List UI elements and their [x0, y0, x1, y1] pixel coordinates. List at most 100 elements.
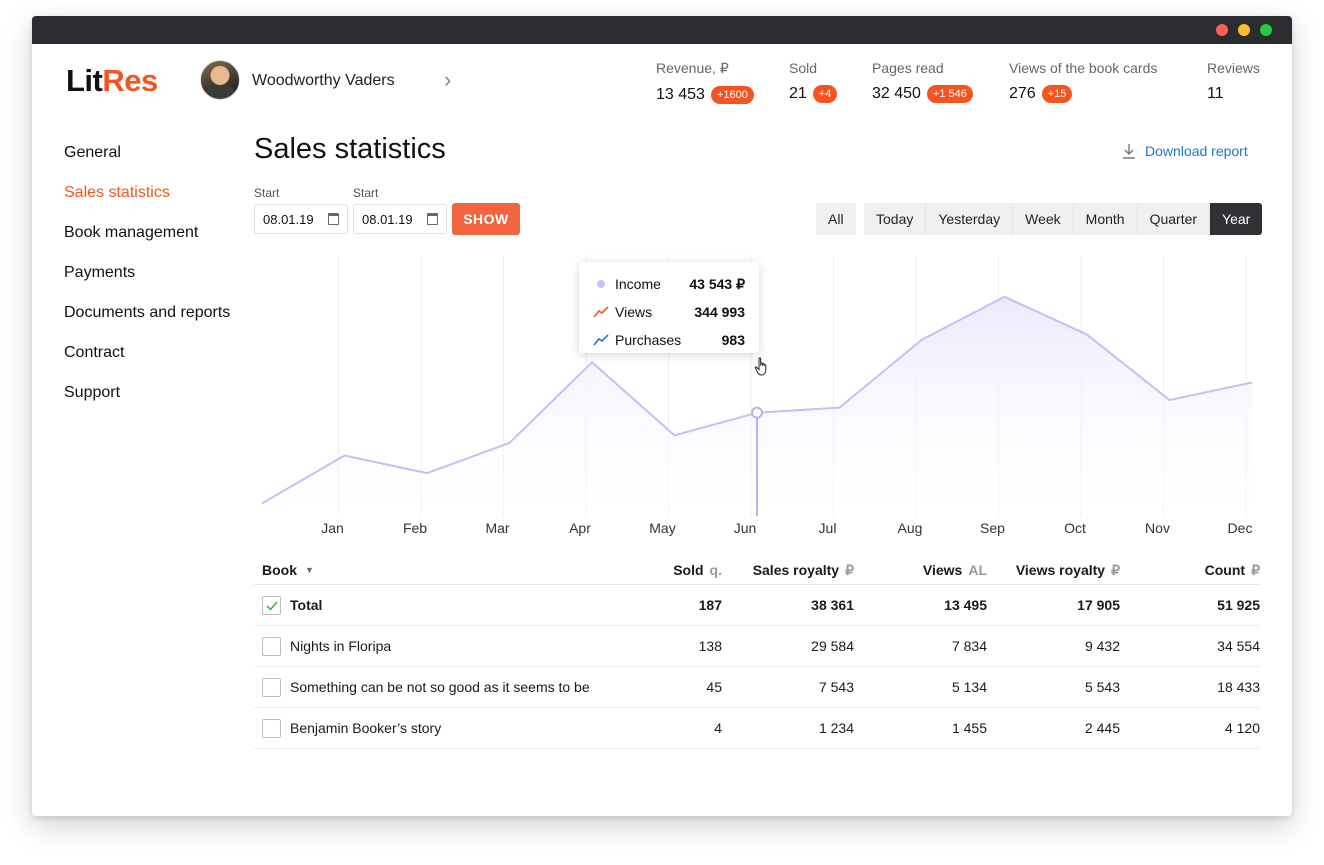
stat-label: Sold [789, 60, 818, 76]
x-tick-label: Oct [1064, 520, 1086, 536]
period-all-group: All [816, 203, 856, 235]
chevron-right-icon[interactable]: › [444, 68, 451, 92]
col-views-header[interactable]: Views AL [854, 562, 987, 578]
cell-views-royalty: 9 432 [1084, 638, 1120, 654]
end-date-value: 08.01.19 [362, 211, 413, 227]
start-date-group-1: Start 08.01.19 [254, 186, 348, 234]
sidebar-item-general[interactable]: General [64, 143, 230, 183]
tooltip-row-views: Views 344 993 [593, 298, 745, 326]
x-tick-label: Aug [898, 520, 923, 536]
x-tick-label: Jun [734, 520, 757, 536]
x-tick-label: Nov [1145, 520, 1170, 536]
tooltip-row-purchases: Purchases 983 [593, 326, 745, 354]
calendar-icon[interactable] [427, 213, 438, 225]
avatar[interactable] [200, 60, 240, 100]
title-bar [32, 16, 1292, 44]
table-row[interactable]: Benjamin Booker’s story 4 1 234 1 455 2 … [254, 708, 1260, 749]
hand-cursor-icon [754, 357, 767, 376]
tooltip-value: 983 [721, 332, 745, 348]
start-date-label: Start [254, 186, 280, 200]
stat-value: 32 450 [872, 85, 921, 102]
x-tick-label: Feb [403, 520, 427, 536]
cell-views-royalty: 2 445 [1084, 720, 1120, 736]
period-month-button[interactable]: Month [1073, 203, 1138, 235]
book-title: Benjamin Booker’s story [290, 720, 442, 736]
stat-label: Revenue, ₽ [656, 60, 729, 76]
x-tick-label: Jul [819, 520, 837, 536]
period-yesterday-button[interactable]: Yesterday [926, 203, 1014, 235]
table-row[interactable]: Something can be not so good as it seems… [254, 667, 1260, 708]
sort-caret-icon[interactable]: ▼ [305, 565, 314, 575]
table-row-total[interactable]: Total 187 38 361 13 495 17 905 51 925 [254, 585, 1260, 626]
cell-views-royalty: 17 905 [1077, 597, 1120, 613]
stat-value: 13 453 [656, 86, 705, 103]
start-date-input[interactable]: 08.01.19 [254, 204, 348, 234]
tooltip-name: Views [615, 304, 653, 320]
period-year-button[interactable]: Year [1210, 203, 1263, 235]
period-all-button[interactable]: All [816, 203, 856, 235]
col-header-label: Sales royalty [752, 561, 840, 578]
stat-label: Reviews [1207, 60, 1260, 76]
tooltip-name: Purchases [615, 332, 682, 348]
minimize-window-button[interactable] [1238, 24, 1250, 36]
sidebar-item-support[interactable]: Support [64, 383, 230, 423]
cell-sales-royalty: 7 543 [818, 679, 854, 695]
sidebar-item-book-management[interactable]: Book management [64, 223, 230, 263]
period-quarter-button[interactable]: Quarter [1137, 203, 1211, 235]
hover-marker-point [751, 406, 763, 419]
col-sales-royalty-header[interactable]: Sales royalty ₽ [722, 562, 854, 579]
calendar-icon[interactable] [328, 213, 339, 225]
col-header-unit: ₽ [1251, 561, 1260, 578]
start-date-value: 08.01.19 [263, 211, 314, 227]
stat-badge: +4 [812, 85, 838, 103]
checkmark-icon [266, 600, 278, 611]
row-checkbox[interactable] [262, 677, 281, 697]
stat-label: Views of the book cards [1009, 60, 1158, 76]
period-week-button[interactable]: Week [1013, 203, 1074, 235]
sidebar-item-documents-reports[interactable]: Documents and reports [64, 303, 230, 343]
col-views-royalty-header[interactable]: Views royalty ₽ [987, 562, 1120, 579]
maximize-window-button[interactable] [1260, 24, 1272, 36]
cell-sales-royalty: 29 584 [811, 638, 854, 654]
row-checkbox[interactable] [262, 595, 281, 615]
table-header: Book ▼ Sold q. Sales royalty ₽ Views AL Vie… [254, 556, 1260, 585]
show-button[interactable]: SHOW [452, 203, 520, 235]
sidebar-item-sales-statistics[interactable]: Sales statistics [64, 183, 230, 223]
user-name[interactable]: Woodworthy Vaders [252, 72, 395, 90]
row-checkbox[interactable] [262, 636, 281, 656]
sidebar-item-contract[interactable]: Contract [64, 343, 230, 383]
litres-logo[interactable]: LitRes [66, 63, 158, 99]
col-header-label: Count [1204, 561, 1246, 578]
col-header-label: Book [262, 562, 297, 578]
row-checkbox[interactable] [262, 718, 281, 738]
col-count-header[interactable]: Count ₽ [1120, 562, 1260, 579]
cell-sold: 138 [698, 638, 722, 654]
stat-badge: +15 [1041, 85, 1073, 103]
stat-label: Pages read [872, 60, 944, 76]
start-date-group-2: Start 08.01.19 [353, 186, 447, 234]
cell-views: 5 134 [951, 679, 987, 695]
cell-count: 34 554 [1217, 638, 1260, 654]
col-header-unit: ₽ [845, 561, 854, 578]
cell-sold: 45 [706, 679, 722, 695]
cell-count: 4 120 [1224, 720, 1260, 736]
cell-views-royalty: 5 543 [1084, 679, 1120, 695]
sidebar-item-payments[interactable]: Payments [64, 263, 230, 303]
cell-views: 7 834 [951, 638, 987, 654]
app-window: LitRes Woodworthy Vaders › Revenue, ₽ 13… [32, 16, 1292, 816]
x-tick-label: May [649, 520, 675, 536]
stat-value: 276 [1009, 85, 1036, 102]
col-header-label: Views [922, 562, 963, 578]
cell-views: 13 495 [944, 597, 987, 613]
table-row[interactable]: Nights in Floripa 138 29 584 7 834 9 432… [254, 626, 1260, 667]
col-header-unit: q. [709, 562, 722, 578]
end-date-input[interactable]: 08.01.19 [353, 204, 447, 234]
close-window-button[interactable] [1216, 24, 1228, 36]
col-sold-header[interactable]: Sold q. [598, 562, 722, 578]
period-today-button[interactable]: Today [864, 203, 927, 235]
start-date-label: Start [353, 186, 379, 200]
col-book-header[interactable]: Book ▼ [254, 562, 598, 578]
download-icon [1123, 144, 1135, 159]
stat-reviews: Reviews 11 [1207, 60, 1260, 103]
download-report-link[interactable]: Download report [1122, 143, 1248, 159]
